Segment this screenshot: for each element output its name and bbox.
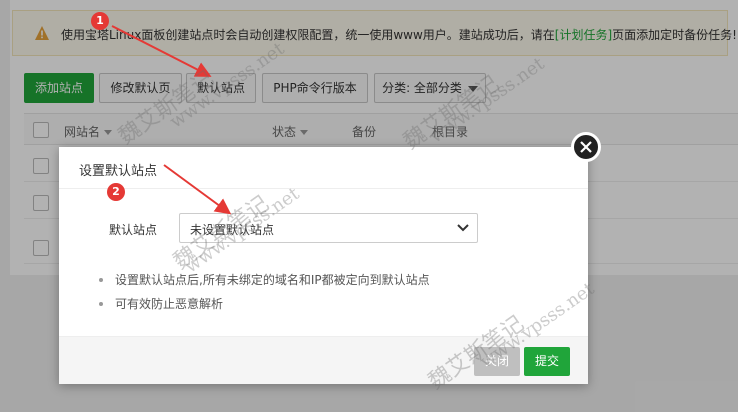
default-site-select-value: 未设置默认站点: [190, 223, 275, 237]
step-badge-2: 2: [107, 183, 125, 201]
tips-list: 设置默认站点后,所有未绑定的域名和IP都被定向到默认站点 可有效防止恶意解析: [99, 271, 430, 319]
dialog-close-icon[interactable]: [571, 132, 601, 162]
bullet-icon: [99, 278, 103, 282]
tip-item: 可有效防止恶意解析: [99, 295, 430, 319]
submit-button[interactable]: 提交: [524, 347, 570, 376]
chevron-down-icon: [457, 224, 469, 232]
tip-item: 设置默认站点后,所有未绑定的域名和IP都被定向到默认站点: [99, 271, 430, 295]
close-button[interactable]: 关闭: [474, 347, 520, 376]
dialog-title: 设置默认站点: [79, 164, 158, 179]
default-site-label: 默认站点: [109, 223, 158, 237]
step-badge-1: 1: [91, 12, 109, 30]
bullet-icon: [99, 302, 103, 306]
dialog-footer: 关闭 提交: [59, 336, 588, 384]
dialog-header: 设置默认站点: [59, 147, 588, 189]
default-site-select[interactable]: 未设置默认站点: [179, 213, 478, 243]
set-default-site-dialog: 设置默认站点 默认站点 未设置默认站点 设置默认站点后,所有未绑定的域名和IP都…: [59, 147, 588, 384]
